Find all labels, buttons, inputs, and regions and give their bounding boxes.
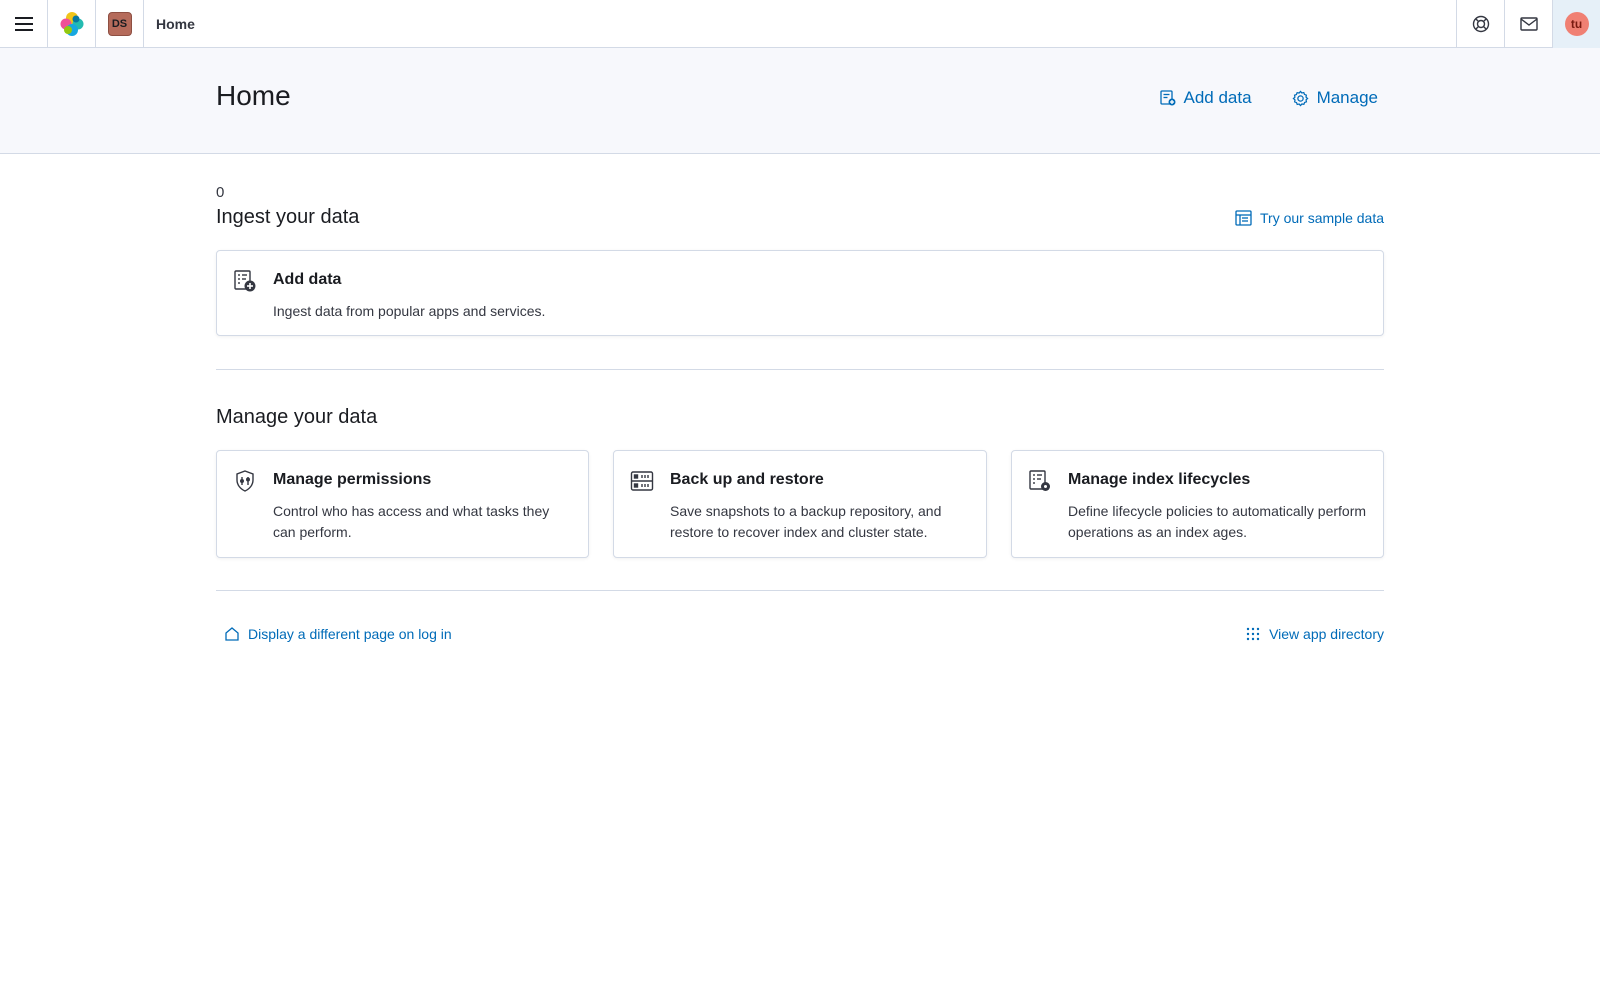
- help-lifebuoy-icon: [1472, 15, 1489, 33]
- add-data-icon: [234, 270, 256, 292]
- view-app-directory-link[interactable]: View app directory: [1245, 626, 1384, 642]
- home-logo-link[interactable]: [48, 0, 96, 48]
- user-avatar: tu: [1564, 12, 1589, 36]
- newsfeed-button[interactable]: [1504, 0, 1552, 48]
- manage-section-title: Manage your data: [216, 406, 378, 428]
- manage-permissions-card[interactable]: Manage permissions Control who has acces…: [216, 450, 589, 558]
- newsfeed-mail-icon: [1519, 17, 1538, 31]
- topbar-right-controls: tu: [1456, 0, 1600, 48]
- hamburger-menu-icon: [14, 16, 33, 31]
- display-different-page-link[interactable]: Display a different page on log in: [224, 626, 452, 642]
- storage-backup-icon: [630, 471, 654, 491]
- add-data-label: Add data: [1183, 88, 1252, 107]
- add-data-card-title: Add data: [273, 271, 342, 288]
- manage-permissions-title: Manage permissions: [273, 471, 432, 488]
- backup-restore-title: Back up and restore: [670, 471, 824, 488]
- manage-button[interactable]: Manage: [1292, 88, 1378, 108]
- try-sample-data-label: Try our sample data: [1260, 210, 1384, 226]
- elastic-logo-icon: [60, 11, 83, 36]
- try-sample-data-link[interactable]: Try our sample data: [1235, 210, 1384, 226]
- add-data-card[interactable]: Add data Ingest data from popular apps a…: [216, 250, 1384, 336]
- view-app-directory-label: View app directory: [1269, 626, 1384, 642]
- top-navigation-bar: DS Home tu: [0, 0, 1600, 48]
- page-header: Home Add data Manage: [0, 48, 1600, 154]
- manage-permissions-description: Control who has access and what tasks th…: [273, 503, 550, 540]
- home-icon: [225, 627, 239, 641]
- index-lifecycle-description: Define lifecycle policies to automatical…: [1068, 503, 1367, 540]
- space-selector[interactable]: DS: [96, 0, 144, 48]
- manage-label: Manage: [1316, 88, 1378, 107]
- index-lifecycle-icon: [1029, 470, 1050, 491]
- index-lifecycle-card[interactable]: Manage index lifecycles Define lifecycle…: [1011, 450, 1384, 558]
- space-avatar: DS: [107, 11, 132, 36]
- breadcrumb-home[interactable]: Home: [144, 0, 195, 48]
- footer-divider: [216, 590, 1384, 591]
- add-data-card-description: Ingest data from popular apps and servic…: [273, 303, 546, 319]
- shield-permissions-icon: [236, 470, 254, 492]
- backup-restore-description: Save snapshots to a backup repository, a…: [670, 503, 942, 540]
- add-data-icon: [1159, 90, 1175, 106]
- section-divider: [216, 369, 1384, 370]
- display-different-page-label: Display a different page on log in: [248, 626, 452, 642]
- apps-grid-icon: [1246, 627, 1260, 641]
- ingest-counter: 0: [216, 184, 225, 201]
- help-button[interactable]: [1456, 0, 1504, 48]
- gear-icon: [1292, 89, 1309, 107]
- user-menu-button[interactable]: tu: [1552, 0, 1600, 48]
- add-data-button[interactable]: Add data: [1159, 88, 1252, 108]
- table-icon: [1235, 210, 1252, 226]
- index-lifecycle-title: Manage index lifecycles: [1068, 471, 1251, 488]
- page-title: Home: [216, 80, 291, 111]
- backup-restore-card[interactable]: Back up and restore Save snapshots to a …: [613, 450, 987, 558]
- menu-button[interactable]: [0, 0, 48, 48]
- ingest-section-title: Ingest your data: [216, 206, 360, 228]
- header-actions: Add data Manage: [1159, 88, 1378, 108]
